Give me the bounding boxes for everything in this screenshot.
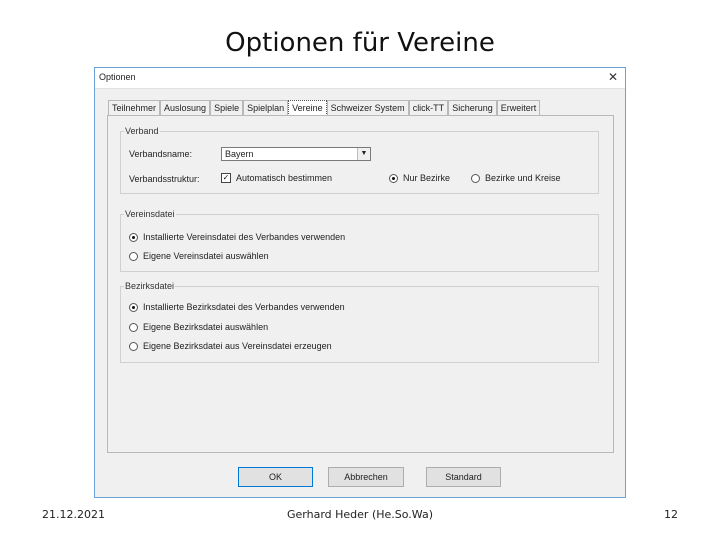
chevron-down-icon[interactable]: ▼: [357, 148, 370, 160]
radio-unselected-icon[interactable]: [129, 341, 138, 351]
radio-bezirksdatei-erzeugen[interactable]: Eigene Bezirksdatei aus Vereinsdatei erz…: [129, 341, 332, 351]
tab-erweitert[interactable]: Erweitert: [496, 100, 541, 115]
tab-schweizer-system[interactable]: Schweizer System: [326, 100, 409, 115]
tab-spiele[interactable]: Spiele: [210, 100, 244, 115]
radio-vereinsdatei-eigene[interactable]: Eigene Vereinsdatei auswählen: [129, 251, 269, 261]
dialog-title: Optionen: [99, 72, 136, 82]
tab-sicherung[interactable]: Sicherung: [448, 100, 497, 115]
footer-author: Gerhard Heder (He.So.Wa): [287, 508, 433, 521]
cancel-button[interactable]: Abbrechen: [328, 467, 404, 487]
verbandsname-label: Verbandsname:: [129, 149, 193, 159]
options-dialog: Optionen ✕ Teilnehmer Auslosung Spiele S…: [94, 67, 626, 498]
radio-unselected-icon[interactable]: [129, 251, 138, 261]
radio-nur-bezirke[interactable]: Nur Bezirke: [389, 173, 450, 183]
radio-bezirksdatei-eigene[interactable]: Eigene Bezirksdatei auswählen: [129, 322, 268, 332]
auto-bestimmen-checkbox[interactable]: ✓ Automatisch bestimmen: [221, 173, 332, 183]
tab-vereine[interactable]: Vereine: [288, 100, 327, 116]
tab-auslosung[interactable]: Auslosung: [160, 100, 211, 115]
radio-bezirksdatei-eigene-label: Eigene Bezirksdatei auswählen: [143, 322, 269, 332]
footer-page-number: 12: [664, 508, 678, 521]
tab-teilnehmer[interactable]: Teilnehmer: [108, 100, 161, 115]
ok-button[interactable]: OK: [238, 467, 313, 487]
group-verband-legend: Verband: [125, 126, 159, 136]
radio-bezirksdatei-installiert-label: Installierte Bezirksdatei des Verbandes …: [143, 302, 345, 312]
radio-bezirke-und-kreise-label: Bezirke und Kreise: [485, 173, 561, 183]
radio-selected-icon[interactable]: [389, 173, 398, 183]
radio-bezirksdatei-erzeugen-label: Eigene Bezirksdatei aus Vereinsdatei erz…: [143, 341, 332, 351]
checkbox-checked-icon[interactable]: ✓: [221, 173, 231, 183]
tab-strip: Teilnehmer Auslosung Spiele Spielplan Ve…: [108, 100, 541, 116]
radio-bezirksdatei-installiert[interactable]: Installierte Bezirksdatei des Verbandes …: [129, 302, 345, 312]
radio-unselected-icon[interactable]: [471, 173, 480, 183]
radio-bezirke-und-kreise[interactable]: Bezirke und Kreise: [471, 173, 561, 183]
radio-selected-icon[interactable]: [129, 232, 138, 242]
radio-nur-bezirke-label: Nur Bezirke: [403, 173, 451, 183]
radio-vereinsdatei-installiert-label: Installierte Vereinsdatei des Verbandes …: [143, 232, 346, 242]
auto-bestimmen-label: Automatisch bestimmen: [236, 173, 333, 183]
group-bezirksdatei-legend: Bezirksdatei: [125, 281, 175, 291]
dialog-titlebar: Optionen ✕: [95, 68, 625, 89]
close-icon[interactable]: ✕: [605, 69, 621, 85]
slide-title: Optionen für Vereine: [225, 28, 495, 58]
radio-selected-icon[interactable]: [129, 302, 138, 312]
radio-unselected-icon[interactable]: [129, 322, 138, 332]
group-vereinsdatei-legend: Vereinsdatei: [125, 209, 175, 219]
radio-vereinsdatei-eigene-label: Eigene Vereinsdatei auswählen: [143, 251, 269, 261]
tab-spielplan[interactable]: Spielplan: [243, 100, 289, 115]
tab-click-tt[interactable]: click-TT: [408, 100, 449, 115]
standard-button[interactable]: Standard: [426, 467, 501, 487]
verbandsstruktur-label: Verbandsstruktur:: [129, 174, 200, 184]
verbandsname-value: Bayern: [225, 149, 254, 159]
radio-vereinsdatei-installiert[interactable]: Installierte Vereinsdatei des Verbandes …: [129, 232, 345, 242]
verbandsname-select[interactable]: Bayern ▼: [221, 147, 371, 161]
